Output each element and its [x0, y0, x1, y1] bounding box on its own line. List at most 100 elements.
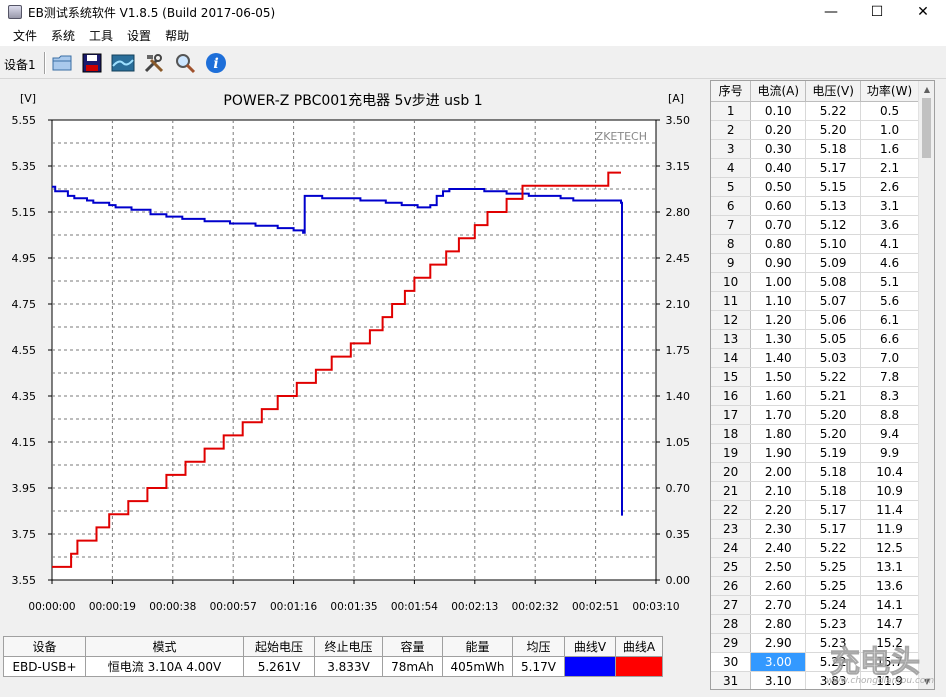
- cell-current: 0.60: [750, 196, 807, 216]
- cell-current: 1.00: [750, 272, 807, 292]
- cell-current: 2.30: [750, 519, 807, 539]
- device-tab[interactable]: 设备1: [4, 56, 36, 73]
- x-tick-label: 00:01:54: [391, 601, 438, 613]
- table-row[interactable]: 26 2.60 5.25 13.6: [711, 576, 919, 596]
- table-row[interactable]: 6 0.60 5.13 3.1: [711, 196, 919, 216]
- table-row[interactable]: 23 2.30 5.17 11.9: [711, 519, 919, 539]
- sum-header-start-voltage: 起始电压: [243, 636, 315, 657]
- table-row[interactable]: 9 0.90 5.09 4.6: [711, 253, 919, 273]
- table-row[interactable]: 2 0.20 5.20 1.0: [711, 120, 919, 140]
- cell-current: 0.30: [750, 139, 807, 159]
- cell-current: 0.20: [750, 120, 807, 140]
- cell-index: 3: [711, 139, 752, 159]
- table-row[interactable]: 5 0.50 5.15 2.6: [711, 177, 919, 197]
- cell-power: 4.1: [860, 234, 919, 254]
- cell-current: 2.20: [750, 500, 807, 520]
- cell-voltage: 5.08: [805, 272, 862, 292]
- left-tick-label: 3.75: [12, 528, 37, 541]
- menu-system[interactable]: 系统: [44, 24, 82, 46]
- menu-file[interactable]: 文件: [6, 24, 44, 46]
- cell-voltage: 5.22: [805, 367, 862, 387]
- summary-header-row: 设备 模式 起始电压 终止电压 容量 能量 均压 曲线V 曲线A: [3, 636, 663, 657]
- cell-voltage: 5.17: [805, 519, 862, 539]
- table-row[interactable]: 17 1.70 5.20 8.8: [711, 405, 919, 425]
- summary-panel: 设备 模式 起始电压 终止电压 容量 能量 均压 曲线V 曲线A EBD-USB…: [3, 636, 706, 677]
- cell-index: 5: [711, 177, 752, 197]
- table-row[interactable]: 4 0.40 5.17 2.1: [711, 158, 919, 178]
- curve-a-color-swatch[interactable]: [615, 656, 663, 677]
- col-header-current[interactable]: 电流(A): [750, 81, 807, 102]
- cell-power: 12.5: [860, 538, 919, 558]
- menu-help[interactable]: 帮助: [158, 24, 196, 46]
- table-row[interactable]: 27 2.70 5.24 14.1: [711, 595, 919, 615]
- table-row[interactable]: 1 0.10 5.22 0.5: [711, 101, 919, 121]
- cell-voltage: 5.18: [805, 481, 862, 501]
- minimize-button[interactable]: —: [808, 0, 854, 24]
- sum-energy: 405mWh: [442, 656, 513, 677]
- left-tick-label: 4.95: [12, 252, 37, 265]
- table-row[interactable]: 11 1.10 5.07 5.6: [711, 291, 919, 311]
- scroll-thumb[interactable]: [922, 98, 931, 158]
- cell-index: 1: [711, 101, 752, 121]
- table-row[interactable]: 24 2.40 5.22 12.5: [711, 538, 919, 558]
- cell-voltage: 5.18: [805, 139, 862, 159]
- table-scrollbar[interactable]: ▲ ▼: [918, 81, 934, 689]
- x-tick-label: 00:03:10: [632, 601, 679, 613]
- cell-power: 8.3: [860, 386, 919, 406]
- table-row[interactable]: 25 2.50 5.25 13.1: [711, 557, 919, 577]
- table-row[interactable]: 14 1.40 5.03 7.0: [711, 348, 919, 368]
- table-row[interactable]: 13 1.30 5.05 6.6: [711, 329, 919, 349]
- menu-bar: 文件 系统 工具 设置 帮助: [0, 24, 946, 46]
- maximize-button[interactable]: ☐: [854, 0, 900, 24]
- table-row[interactable]: 19 1.90 5.19 9.9: [711, 443, 919, 463]
- tools-icon[interactable]: [142, 51, 166, 75]
- cell-current: 2.80: [750, 614, 807, 634]
- cell-current: 2.10: [750, 481, 807, 501]
- table-row[interactable]: 21 2.10 5.18 10.9: [711, 481, 919, 501]
- svg-text:充电头: 充电头: [830, 645, 920, 680]
- table-row[interactable]: 12 1.20 5.06 6.1: [711, 310, 919, 330]
- col-header-voltage[interactable]: 电压(V): [805, 81, 862, 102]
- cell-power: 9.4: [860, 424, 919, 444]
- table-row[interactable]: 20 2.00 5.18 10.4: [711, 462, 919, 482]
- close-button[interactable]: ✕: [900, 0, 946, 24]
- table-row[interactable]: 3 0.30 5.18 1.6: [711, 139, 919, 159]
- search-icon[interactable]: [173, 51, 197, 75]
- table-row[interactable]: 18 1.80 5.20 9.4: [711, 424, 919, 444]
- col-header-index[interactable]: 序号: [711, 81, 752, 102]
- curve-v-color-swatch[interactable]: [564, 656, 616, 677]
- left-tick-label: 5.55: [12, 114, 37, 127]
- table-row[interactable]: 22 2.20 5.17 11.4: [711, 500, 919, 520]
- cell-voltage: 5.20: [805, 405, 862, 425]
- table-row[interactable]: 28 2.80 5.23 14.7: [711, 614, 919, 634]
- cell-current: 1.70: [750, 405, 807, 425]
- col-header-power[interactable]: 功率(W): [860, 81, 919, 102]
- cell-index: 26: [711, 576, 752, 596]
- cell-index: 2: [711, 120, 752, 140]
- menu-settings[interactable]: 设置: [120, 24, 158, 46]
- menu-tools[interactable]: 工具: [82, 24, 120, 46]
- cell-current: 1.40: [750, 348, 807, 368]
- cell-index: 29: [711, 633, 752, 653]
- chart-icon[interactable]: [111, 51, 135, 75]
- cell-index: 30: [711, 652, 752, 672]
- table-row[interactable]: 8 0.80 5.10 4.1: [711, 234, 919, 254]
- svg-text:i: i: [213, 56, 218, 72]
- table-row[interactable]: 15 1.50 5.22 7.8: [711, 367, 919, 387]
- cell-index: 23: [711, 519, 752, 539]
- cell-voltage: 5.21: [805, 386, 862, 406]
- table-row[interactable]: 7 0.70 5.12 3.6: [711, 215, 919, 235]
- left-tick-label: 3.55: [12, 574, 37, 587]
- chart-watermark: ZKETECH: [596, 130, 647, 143]
- scroll-up-icon[interactable]: ▲: [919, 81, 934, 97]
- info-icon[interactable]: i: [204, 51, 228, 75]
- table-row[interactable]: 10 1.00 5.08 5.1: [711, 272, 919, 292]
- table-row[interactable]: 16 1.60 5.21 8.3: [711, 386, 919, 406]
- save-icon[interactable]: [80, 51, 104, 75]
- cell-voltage: 5.03: [805, 348, 862, 368]
- folder-icon[interactable]: [50, 51, 74, 75]
- cell-current: 2.50: [750, 557, 807, 577]
- left-tick-label: 4.15: [12, 436, 37, 449]
- cell-current: 1.10: [750, 291, 807, 311]
- cell-index: 16: [711, 386, 752, 406]
